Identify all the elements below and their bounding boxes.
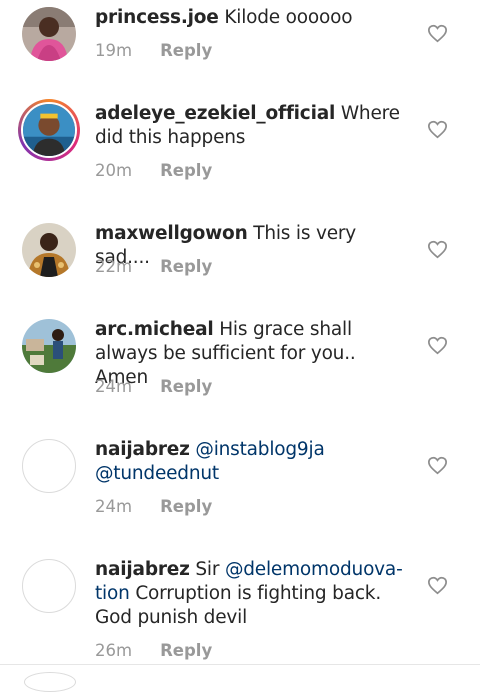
avatar[interactable] — [22, 559, 76, 613]
comment-text: naijabrez @instablog9ja @tundeednut — [95, 438, 413, 486]
heart-outline-icon[interactable] — [427, 576, 448, 595]
comment-meta: 20m Reply — [95, 161, 212, 180]
avatar[interactable] — [22, 439, 76, 493]
reply-button[interactable]: Reply — [160, 497, 212, 516]
comment-text: naijabrez Sir @delemomoduova-tion Corrup… — [95, 558, 413, 630]
comment-meta: 24m Reply — [95, 497, 212, 516]
comment-time: 26m — [95, 641, 133, 660]
comment-meta: 24m Reply — [95, 377, 212, 396]
comment-username[interactable]: maxwellgowon — [95, 223, 248, 244]
avatar[interactable] — [22, 223, 76, 277]
avatar-photo — [22, 7, 76, 61]
comment-time: 24m — [95, 377, 133, 396]
comment-meta: 19m Reply — [95, 41, 212, 60]
avatar-photo — [23, 104, 75, 156]
mention-link[interactable]: @tundeednut — [95, 463, 219, 484]
comment-body: Sir — [189, 559, 225, 580]
comment-body: Corruption is fighting back. God punish … — [95, 583, 381, 628]
divider — [0, 664, 480, 665]
comment-text: adeleye_ezekiel_official Where did this … — [95, 102, 413, 150]
comment-username[interactable]: naijabrez — [95, 559, 190, 580]
comment-time: 22m — [95, 257, 133, 276]
avatar[interactable] — [22, 7, 76, 61]
heart-outline-icon[interactable] — [427, 336, 448, 355]
comment-time: 20m — [95, 161, 133, 180]
reply-button[interactable]: Reply — [160, 641, 212, 660]
reply-button[interactable]: Reply — [160, 161, 212, 180]
heart-outline-icon[interactable] — [427, 24, 448, 43]
avatar-photo — [22, 319, 76, 373]
comment-username[interactable]: princess.joe — [95, 7, 219, 28]
comment-text: princess.joe Kilode oooooo — [95, 6, 413, 30]
comment-body: Kilode oooooo — [218, 7, 353, 28]
comment-meta: 22m Reply — [95, 257, 212, 276]
comment-time: 19m — [95, 41, 133, 60]
heart-outline-icon[interactable] — [427, 456, 448, 475]
comment-username[interactable]: arc.micheal — [95, 319, 214, 340]
reply-button[interactable]: Reply — [160, 377, 212, 396]
avatar — [24, 672, 76, 692]
avatar-photo-frame — [21, 102, 77, 158]
heart-outline-icon[interactable] — [427, 240, 448, 259]
reply-button[interactable]: Reply — [160, 257, 212, 276]
avatar[interactable] — [18, 99, 80, 161]
comment-time: 24m — [95, 497, 133, 516]
heart-outline-icon[interactable] — [427, 120, 448, 139]
comment-username[interactable]: adeleye_ezekiel_official — [95, 103, 335, 124]
avatar[interactable] — [22, 319, 76, 373]
mention-link[interactable]: @instablog9ja — [195, 439, 324, 460]
avatar-photo — [22, 223, 76, 277]
reply-button[interactable]: Reply — [160, 41, 212, 60]
comment-meta: 26m Reply — [95, 641, 212, 660]
comment-username[interactable]: naijabrez — [95, 439, 190, 460]
